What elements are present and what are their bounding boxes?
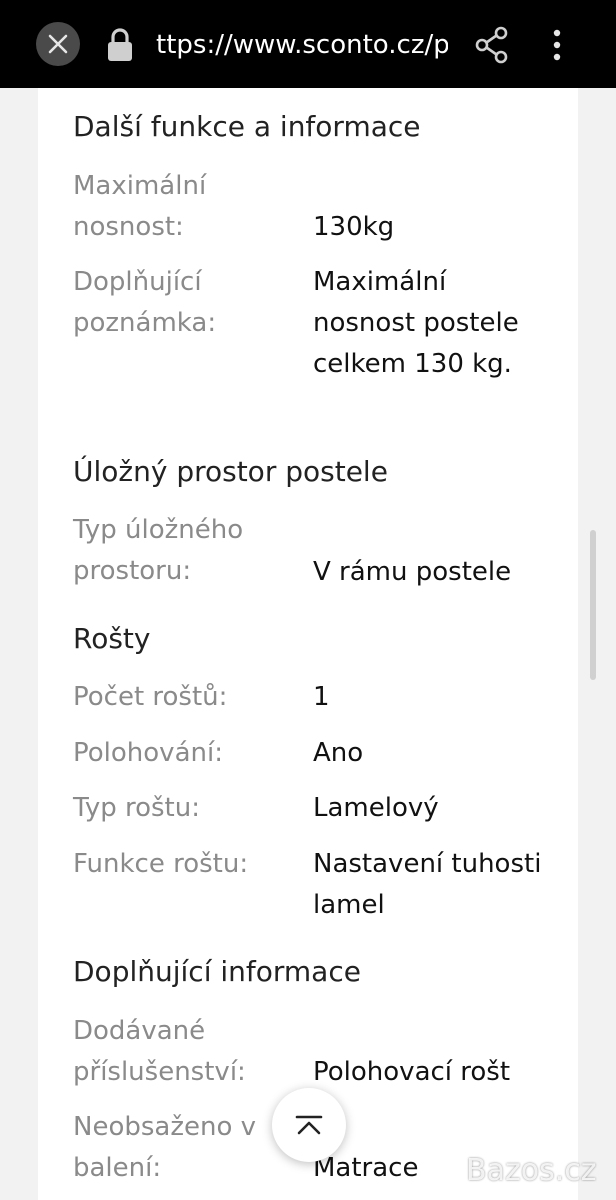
spec-value: Nastavení tuhosti lamel — [313, 849, 542, 920]
scroll-to-top-button[interactable] — [272, 1088, 346, 1162]
section-title: Úložný prostor postele — [73, 455, 388, 488]
spec-value: Lamelový — [313, 793, 439, 823]
spec-value: Polohovací rošt — [313, 1057, 511, 1087]
spec-label: Typ roštu: — [73, 793, 200, 823]
section-title: Další funkce a informace — [73, 110, 421, 143]
spec-label: Polohování: — [73, 738, 223, 768]
section-title: Rošty — [73, 622, 151, 655]
spec-label: Typ úložného prostoru: — [73, 515, 244, 586]
chevron-up-icon — [295, 1115, 323, 1135]
spec-value: V rámu postele — [313, 557, 512, 587]
spec-label: Maximální nosnost: — [73, 171, 207, 242]
watermark: Bazos.cz — [420, 1148, 596, 1192]
spec-label: Dodávané příslušenství: — [73, 1016, 246, 1087]
spec-value: Ano — [313, 738, 364, 768]
bazos-logo-icon — [422, 1152, 458, 1188]
spec-label: Neobsaženo v balení: — [73, 1112, 257, 1183]
spec-value: 130kg — [313, 212, 395, 242]
watermark-text: Bazos.cz — [466, 1152, 597, 1188]
scrollbar[interactable] — [590, 530, 596, 680]
spec-label: Doplňující poznámka: — [73, 267, 217, 338]
spec-label: Funkce roštu: — [73, 849, 249, 879]
section-title: Doplňující informace — [73, 955, 361, 988]
spec-value: Maximální nosnost postele celkem 130 kg. — [313, 267, 519, 379]
spec-value: 1 — [313, 682, 330, 712]
product-specs: Další funkce a informace Maximální nosno… — [0, 0, 616, 1200]
spec-label: Počet roštů: — [73, 682, 228, 712]
